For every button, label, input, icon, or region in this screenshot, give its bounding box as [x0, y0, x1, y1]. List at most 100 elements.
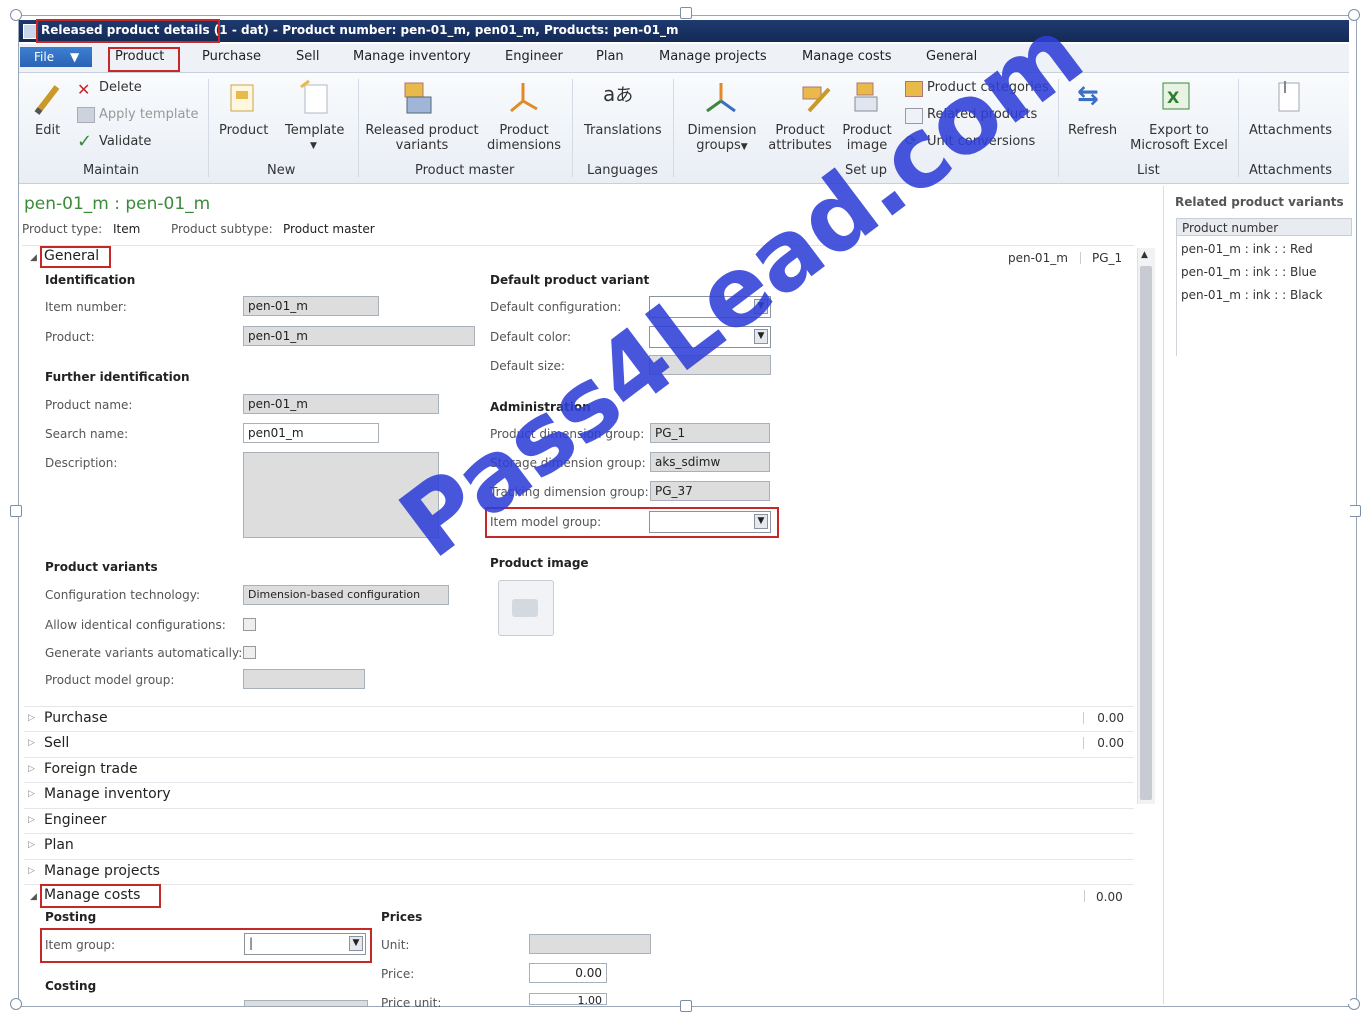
section-posting: Posting	[45, 910, 97, 924]
product-dimensions-button[interactable]: Product dimensions	[485, 123, 563, 153]
summary-separator	[1080, 252, 1081, 264]
tab-sell[interactable]: Sell	[296, 49, 319, 64]
product-dimensions-label-1: Product	[499, 123, 549, 138]
dimension-groups-button[interactable]: Dimension groups▼	[683, 123, 761, 153]
fasttab-manage-projects[interactable]: ▷ Manage projects	[24, 859, 1134, 884]
generate-variants-checkbox[interactable]	[243, 646, 256, 659]
tracking-group-field[interactable]: PG_37	[650, 481, 770, 501]
collapsed-icon: ▷	[28, 789, 35, 799]
released-variants-button[interactable]: Released product variants	[365, 123, 479, 153]
tab-purchase[interactable]: Purchase	[202, 49, 261, 64]
tab-plan[interactable]: Plan	[596, 49, 624, 64]
price-field[interactable]: 0.00	[529, 963, 607, 983]
collapsed-icon: ▷	[28, 840, 35, 850]
validate-button[interactable]: Validate	[99, 134, 151, 149]
column-header[interactable]: Product number	[1176, 218, 1352, 236]
price-unit-label: Price unit:	[381, 996, 442, 1010]
chevron-down-icon: ▼	[310, 141, 317, 151]
product-subtype-value: Product master	[283, 222, 375, 236]
refresh-button[interactable]: Refresh	[1068, 123, 1117, 138]
group-attachments: Attachments	[1249, 163, 1332, 178]
expand-icon: ◢	[30, 892, 37, 902]
fasttab-manage-inventory-title: Manage inventory	[44, 786, 171, 802]
product-attributes-label-1: Product	[775, 123, 825, 138]
fasttab-sell-title: Sell	[44, 735, 70, 751]
file-menu-button[interactable]: File ▼	[20, 47, 92, 67]
section-product-image: Product image	[490, 556, 589, 570]
excel-icon: X	[1159, 79, 1193, 113]
product-model-group-field[interactable]	[243, 669, 365, 689]
attachments-icon	[1273, 79, 1303, 115]
resize-handle-right[interactable]	[1349, 505, 1361, 517]
allow-identical-checkbox[interactable]	[243, 618, 256, 631]
list-item[interactable]: pen-01_m : ink : : Black	[1181, 288, 1322, 302]
resize-handle-top-right[interactable]	[1348, 9, 1360, 21]
group-list: List	[1137, 163, 1160, 178]
fasttab-sell-summary: 0.00	[1097, 736, 1124, 750]
fasttab-engineer[interactable]: ▷ Engineer	[24, 808, 1134, 833]
list-item[interactable]: pen-01_m : ink : : Blue	[1181, 265, 1317, 279]
apply-template-button[interactable]: Apply template	[99, 107, 199, 122]
translations-button[interactable]: Translations	[584, 123, 662, 138]
attachments-button[interactable]: Attachments	[1249, 123, 1332, 138]
ribbon-separator	[358, 79, 359, 177]
product-dimensions-label-2: dimensions	[486, 138, 562, 153]
fasttab-plan[interactable]: ▷ Plan	[24, 833, 1134, 858]
product-label: Product:	[45, 330, 95, 344]
price-unit-field[interactable]: 1.00	[529, 993, 607, 1005]
ribbon: Edit ✕ Delete Apply template ✓ Validate …	[19, 73, 1349, 184]
resize-handle-left[interactable]	[10, 505, 22, 517]
unit-field[interactable]	[529, 934, 651, 954]
dimension-group-field[interactable]: PG_1	[650, 423, 770, 443]
list-item[interactable]: pen-01_m : ink : : Red	[1181, 242, 1313, 256]
delete-button[interactable]: Delete	[99, 80, 142, 95]
dimension-groups-icon	[703, 79, 739, 115]
fasttab-purchase-title: Purchase	[44, 710, 108, 726]
summary-product: pen-01_m	[1008, 251, 1068, 265]
resize-handle-bottom[interactable]	[680, 1000, 692, 1012]
ribbon-tabs: File ▼ Product Purchase Sell Manage inven…	[19, 44, 1349, 73]
new-template-button[interactable]: Template	[285, 123, 344, 138]
fasttab-manage-inventory[interactable]: ▷ Manage inventory	[24, 782, 1134, 807]
tab-manage-inventory[interactable]: Manage inventory	[353, 49, 471, 64]
allow-identical-label: Allow identical configurations:	[45, 618, 226, 632]
edit-button[interactable]: Edit	[35, 123, 60, 138]
column-header-label: Product number	[1182, 221, 1279, 235]
product-attributes-icon	[799, 79, 833, 115]
section-default-variant: Default product variant	[490, 273, 650, 287]
manage-costs-summary: 0.00	[1096, 890, 1123, 904]
search-name-label: Search name:	[45, 427, 129, 441]
vertical-scrollbar[interactable]: ▲	[1137, 248, 1155, 804]
fasttab-purchase[interactable]: ▷ Purchase 0.00	[24, 706, 1134, 731]
fasttab-sell[interactable]: ▷ Sell 0.00	[24, 731, 1134, 756]
fasttab-foreign-trade[interactable]: ▷ Foreign trade	[24, 757, 1134, 782]
product-image-placeholder[interactable]	[498, 580, 554, 636]
resize-handle-bottom-left[interactable]	[10, 998, 22, 1010]
checkmark-icon: ✓	[77, 131, 93, 152]
fasttab-manage-projects-title: Manage projects	[44, 863, 160, 879]
related-variants-panel: Related product variants Product number …	[1163, 186, 1352, 1004]
product-image-icon	[851, 79, 881, 115]
tab-engineer[interactable]: Engineer	[505, 49, 563, 64]
config-tech-field[interactable]: Dimension-based configuration	[243, 585, 449, 605]
product-field[interactable]: pen-01_m	[243, 326, 475, 346]
product-name-field[interactable]: pen-01_m	[243, 394, 439, 414]
fasttab-plan-title: Plan	[44, 837, 74, 853]
divider	[24, 884, 1134, 885]
unit-label: Unit:	[381, 938, 410, 952]
storage-group-field[interactable]: aks_sdimw	[650, 452, 770, 472]
highlight-general	[40, 246, 111, 268]
tab-manage-costs[interactable]: Manage costs	[802, 49, 892, 64]
scrollbar-thumb[interactable]	[1140, 266, 1152, 800]
related-variants-title: Related product variants	[1175, 195, 1344, 209]
item-number-field[interactable]: pen-01_m	[243, 296, 379, 316]
scroll-up-icon[interactable]: ▲	[1141, 250, 1148, 260]
new-product-button[interactable]: Product	[219, 123, 268, 138]
resize-handle-top[interactable]	[680, 7, 692, 19]
group-maintain: Maintain	[83, 163, 139, 178]
export-excel-button[interactable]: Export to Microsoft Excel	[1127, 123, 1231, 153]
product-attributes-button[interactable]: Product attributes	[767, 123, 833, 153]
costing-field[interactable]	[244, 1000, 368, 1006]
tab-manage-projects[interactable]: Manage projects	[659, 49, 767, 64]
search-name-field[interactable]: pen01_m	[243, 423, 379, 443]
